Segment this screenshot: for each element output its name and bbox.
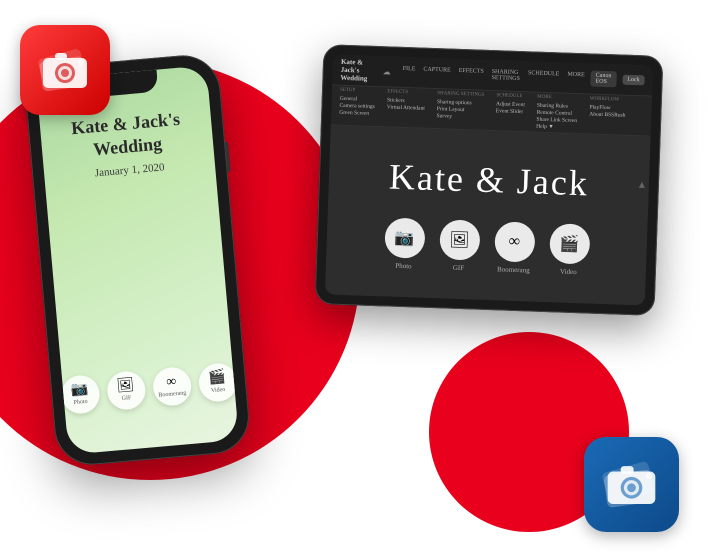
tablet-gif-label: GIF (453, 263, 465, 271)
tablet-content: Kate & Jack 📷 Photo 🖼 GIF (325, 125, 651, 305)
tablet-boomerang-label: Boomerang (497, 265, 530, 274)
phone-btn-boomerang[interactable]: ∞ Boomerang (151, 366, 192, 407)
submenu-help[interactable]: Help ▼ (536, 124, 577, 131)
cloud-icon: ☁ (383, 67, 391, 76)
phone-btn-video[interactable]: 🎬 Video (197, 362, 238, 403)
submenu-playflow-header: WORKFLOW (590, 96, 626, 102)
video-label: Video (211, 387, 226, 394)
tablet-btn-boomerang[interactable]: ∞ Boomerang (493, 221, 535, 274)
tablet-menu-right: Canon EOS Lock (590, 70, 645, 88)
tablet-boomerang-icon: ∞ (508, 232, 520, 250)
tablet-menu-items: FILE CAPTURE EFFECTS SHARING SETTINGS SC… (402, 66, 584, 84)
video-icon: 🎬 (208, 371, 227, 386)
tablet-video-icon: 🎬 (559, 233, 580, 254)
phone-btn-photo[interactable]: 📷 Photo (59, 374, 100, 415)
camera-icon-red (35, 40, 95, 100)
menu-capture[interactable]: CAPTURE (423, 67, 451, 80)
phone-action-buttons: 📷 Photo 🖼 GIF ∞ Boomerang 🎬 Video (59, 362, 238, 415)
submenu-playflow[interactable]: PlayFlow (589, 104, 625, 111)
tablet-video-label: Video (560, 267, 577, 276)
camera-selector[interactable]: Canon EOS (590, 70, 616, 87)
tablet-event-title: Kate & Jack (388, 155, 589, 204)
tablet-photo-label: Photo (395, 261, 412, 270)
tablet-gif-icon: 🖼 (449, 229, 470, 250)
tablet-photo-icon: 📷 (394, 227, 415, 248)
submenu-adjust-event[interactable]: Adjust Event (496, 101, 525, 108)
camera-icon-blue (599, 452, 664, 517)
submenu-camera-settings[interactable]: Camera settings (339, 103, 374, 110)
submenu-about[interactable]: About BSSRush (589, 111, 625, 118)
tablet-action-buttons: 📷 Photo 🖼 GIF ∞ Boomerang (383, 217, 590, 276)
boomerang-icon: ∞ (166, 375, 177, 390)
tablet-btn-gif[interactable]: 🖼 GIF (438, 219, 480, 272)
submenu-col-general: SETUP General Camera settings Green Scre… (339, 88, 375, 124)
tablet-btn-video[interactable]: 🎬 Video (548, 223, 590, 276)
phone-btn-gif[interactable]: 🖼 GIF (105, 370, 146, 411)
menu-sharing[interactable]: SHARING SETTINGS (491, 69, 520, 82)
submenu-virtual-attendant[interactable]: Virtual Attendant (387, 104, 425, 111)
tablet-menu-title: Kate & Jack's Wedding (340, 58, 374, 83)
app-icon-left[interactable] (20, 25, 110, 115)
submenu-event-slider[interactable]: Event Slider (496, 108, 525, 115)
submenu-more-header: MORE (537, 95, 578, 101)
app-icon-right[interactable] (584, 437, 679, 532)
tablet-mockup: Kate & Jack's Wedding ☁ FILE CAPTURE EFF… (315, 44, 664, 316)
submenu-general-header: SETUP (340, 88, 375, 94)
submenu-survey[interactable]: Survey (436, 113, 483, 121)
submenu-green-screen[interactable]: Green Screen (339, 110, 374, 117)
gif-label: GIF (121, 395, 131, 402)
gif-icon: 🖼 (116, 379, 135, 394)
submenu-sharing-header: SHARING SETTINGS (437, 91, 484, 98)
submenu-col-more: MORE Sharing Rules Remote Control Share … (536, 95, 578, 131)
submenu-col-schedule: SCHEDULE Adjust Event Event Slider (495, 93, 525, 129)
menu-more[interactable]: MORE (567, 72, 585, 85)
menu-file[interactable]: FILE (402, 66, 415, 78)
tablet-chevron-up[interactable]: ▲ (637, 180, 647, 191)
submenu-schedule-header: SCHEDULE (496, 93, 525, 99)
submenu-col-sharing: SHARING SETTINGS Sharing options Print L… (436, 91, 484, 128)
submenu-effects-header: EFFECTS (387, 89, 425, 95)
lock-button[interactable]: Lock (622, 75, 645, 86)
boomerang-label: Boomerang (158, 390, 186, 398)
submenu-general[interactable]: General (340, 96, 375, 103)
menu-effects[interactable]: EFFECTS (458, 68, 483, 81)
submenu-col-playflow: WORKFLOW PlayFlow About BSSRush (589, 96, 626, 132)
submenu-col-effects: EFFECTS Stickers Virtual Attendant (386, 89, 425, 125)
photo-icon: 📷 (70, 383, 89, 398)
menu-schedule[interactable]: SCHEDULE (528, 70, 560, 83)
tablet-btn-photo[interactable]: 📷 Photo (383, 217, 425, 270)
phone-event-date: January 1, 2020 (94, 161, 165, 179)
photo-label: Photo (73, 399, 87, 406)
